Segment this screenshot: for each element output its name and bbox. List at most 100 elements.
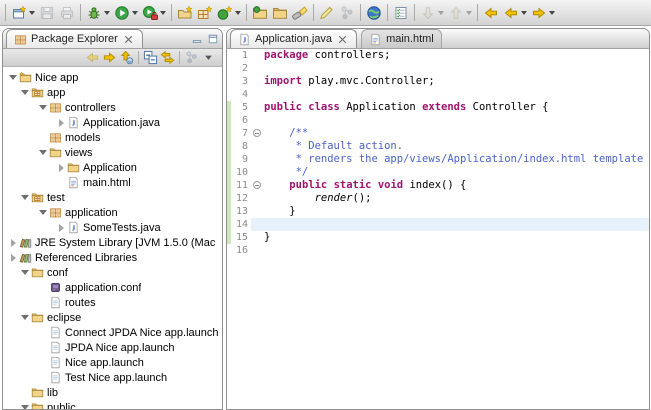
minimize-icon[interactable]: [191, 33, 203, 45]
mark-occurrences-button[interactable]: [317, 2, 337, 24]
tree-item-application-conf[interactable]: application.conf: [3, 280, 222, 295]
up-icon[interactable]: [119, 50, 134, 65]
tree-item-app[interactable]: app: [3, 85, 222, 100]
debug-button[interactable]: [84, 2, 112, 24]
expander-open-icon[interactable]: [8, 75, 18, 80]
expander-closed-icon[interactable]: [56, 164, 66, 172]
dropdown-arrow-icon[interactable]: [549, 11, 555, 15]
fold-marker[interactable]: [251, 179, 264, 192]
link-with-editor-icon[interactable]: [160, 50, 175, 65]
tree-item-referenced-libraries[interactable]: Referenced Libraries: [3, 250, 222, 265]
dropdown-arrow-icon[interactable]: [160, 11, 166, 15]
search-button[interactable]: [290, 2, 310, 24]
external-browser-button[interactable]: [364, 2, 384, 24]
tree-item-views[interactable]: views: [3, 145, 222, 160]
code-line-14[interactable]: 14: [227, 218, 649, 231]
open-resource-button[interactable]: [270, 2, 290, 24]
expander-open-icon[interactable]: [38, 105, 48, 110]
tree-item-models[interactable]: models: [3, 130, 222, 145]
expander-closed-icon[interactable]: [56, 224, 66, 232]
tab-application-java[interactable]: JApplication.java: [230, 29, 357, 48]
new-package-button[interactable]: [195, 2, 215, 24]
code-line-11[interactable]: 11 public static void index() {: [227, 179, 649, 192]
run-external-tools-button[interactable]: [140, 2, 168, 24]
print-button[interactable]: [57, 2, 77, 24]
tree-item-nice-app-launch[interactable]: Nice app.launch: [3, 355, 222, 370]
tree-item-conf[interactable]: conf: [3, 265, 222, 280]
expander-closed-icon[interactable]: [56, 119, 66, 127]
tab-package-explorer[interactable]: Package Explorer: [6, 29, 143, 48]
expander-closed-icon[interactable]: [8, 254, 18, 262]
code-line-1[interactable]: 1package controllers;: [227, 49, 649, 62]
code-line-3[interactable]: 3import play.mvc.Controller;: [227, 75, 649, 88]
back-icon[interactable]: [85, 50, 100, 65]
expander-open-icon[interactable]: [38, 150, 48, 155]
expander-closed-icon[interactable]: [8, 239, 18, 247]
code-editor[interactable]: 1package controllers;23import play.mvc.C…: [227, 49, 649, 257]
save-button[interactable]: [37, 2, 57, 24]
fold-collapse-icon[interactable]: [253, 129, 261, 137]
new-class-button[interactable]: [215, 2, 243, 24]
expander-open-icon[interactable]: [20, 315, 30, 320]
fold-marker[interactable]: [251, 127, 264, 140]
tree-item-routes[interactable]: routes: [3, 295, 222, 310]
tree-item-nice-app[interactable]: Nice app: [3, 70, 222, 85]
next-annotation-button[interactable]: [418, 2, 446, 24]
tree-item-application[interactable]: Application: [3, 160, 222, 175]
open-type-button[interactable]: [250, 2, 270, 24]
tree-item-test-nice-app-launch[interactable]: Test Nice app.launch: [3, 370, 222, 385]
tree-item-connect-jpda-nice-app-launch[interactable]: Connect JPDA Nice app.launch: [3, 325, 222, 340]
code-line-5[interactable]: 5public class Application extends Contro…: [227, 101, 649, 114]
code-line-4[interactable]: 4: [227, 88, 649, 101]
tree-item-test[interactable]: test: [3, 190, 222, 205]
forward-history-button[interactable]: [529, 2, 557, 24]
tree-item-jre-system-library-jvm-1-5-0-mac[interactable]: JRE System Library [JVM 1.5.0 (Mac: [3, 235, 222, 250]
code-line-10[interactable]: 10 */: [227, 166, 649, 179]
forward-icon[interactable]: [102, 50, 117, 65]
expander-open-icon[interactable]: [20, 195, 30, 200]
tree-item-public[interactable]: public: [3, 400, 222, 409]
code-line-13[interactable]: 13 }: [227, 205, 649, 218]
dropdown-arrow-icon[interactable]: [466, 11, 472, 15]
collapse-all-icon[interactable]: [143, 50, 158, 65]
code-line-8[interactable]: 8 * Default action.: [227, 140, 649, 153]
view-menu-extra-icon[interactable]: [184, 50, 199, 65]
tree-item-eclipse[interactable]: eclipse: [3, 310, 222, 325]
expander-open-icon[interactable]: [20, 90, 30, 95]
code-line-16[interactable]: 16: [227, 244, 649, 257]
tree-item-jpda-nice-app-launch[interactable]: JPDA Nice app.launch: [3, 340, 222, 355]
dropdown-arrow-icon[interactable]: [438, 11, 444, 15]
expander-open-icon[interactable]: [20, 405, 30, 409]
last-edit-location-button[interactable]: [481, 2, 501, 24]
expander-open-icon[interactable]: [20, 270, 30, 275]
dropdown-arrow-icon[interactable]: [235, 11, 241, 15]
code-line-2[interactable]: 2: [227, 62, 649, 75]
code-line-6[interactable]: 6: [227, 114, 649, 127]
code-line-7[interactable]: 7 /**: [227, 127, 649, 140]
tree-item-application[interactable]: application: [3, 205, 222, 220]
run-button[interactable]: [112, 2, 140, 24]
type-hierarchy-button[interactable]: [337, 2, 357, 24]
tree-item-application-java[interactable]: JApplication.java: [3, 115, 222, 130]
dropdown-arrow-icon[interactable]: [29, 11, 35, 15]
code-line-15[interactable]: 15}: [227, 231, 649, 244]
code-line-9[interactable]: 9 * renders the app/views/Application/in…: [227, 153, 649, 166]
tree-item-controllers[interactable]: controllers: [3, 100, 222, 115]
tree-item-lib[interactable]: lib: [3, 385, 222, 400]
tree-item-main-html[interactable]: main.html: [3, 175, 222, 190]
back-history-button[interactable]: [501, 2, 529, 24]
dropdown-arrow-icon[interactable]: [132, 11, 138, 15]
new-java-project-button[interactable]: [175, 2, 195, 24]
close-icon[interactable]: [122, 33, 135, 46]
expander-open-icon[interactable]: [38, 210, 48, 215]
code-line-12[interactable]: 12 render();: [227, 192, 649, 205]
fold-collapse-icon[interactable]: [253, 181, 261, 189]
previous-annotation-button[interactable]: [446, 2, 474, 24]
tab-main-html[interactable]: main.html: [361, 29, 442, 48]
dropdown-arrow-icon[interactable]: [104, 11, 110, 15]
new-wizard-button[interactable]: [9, 2, 37, 24]
dropdown-arrow-icon[interactable]: [521, 11, 527, 15]
maximize-icon[interactable]: [207, 33, 219, 45]
view-menu-icon[interactable]: [201, 50, 216, 65]
close-icon[interactable]: [336, 33, 349, 46]
